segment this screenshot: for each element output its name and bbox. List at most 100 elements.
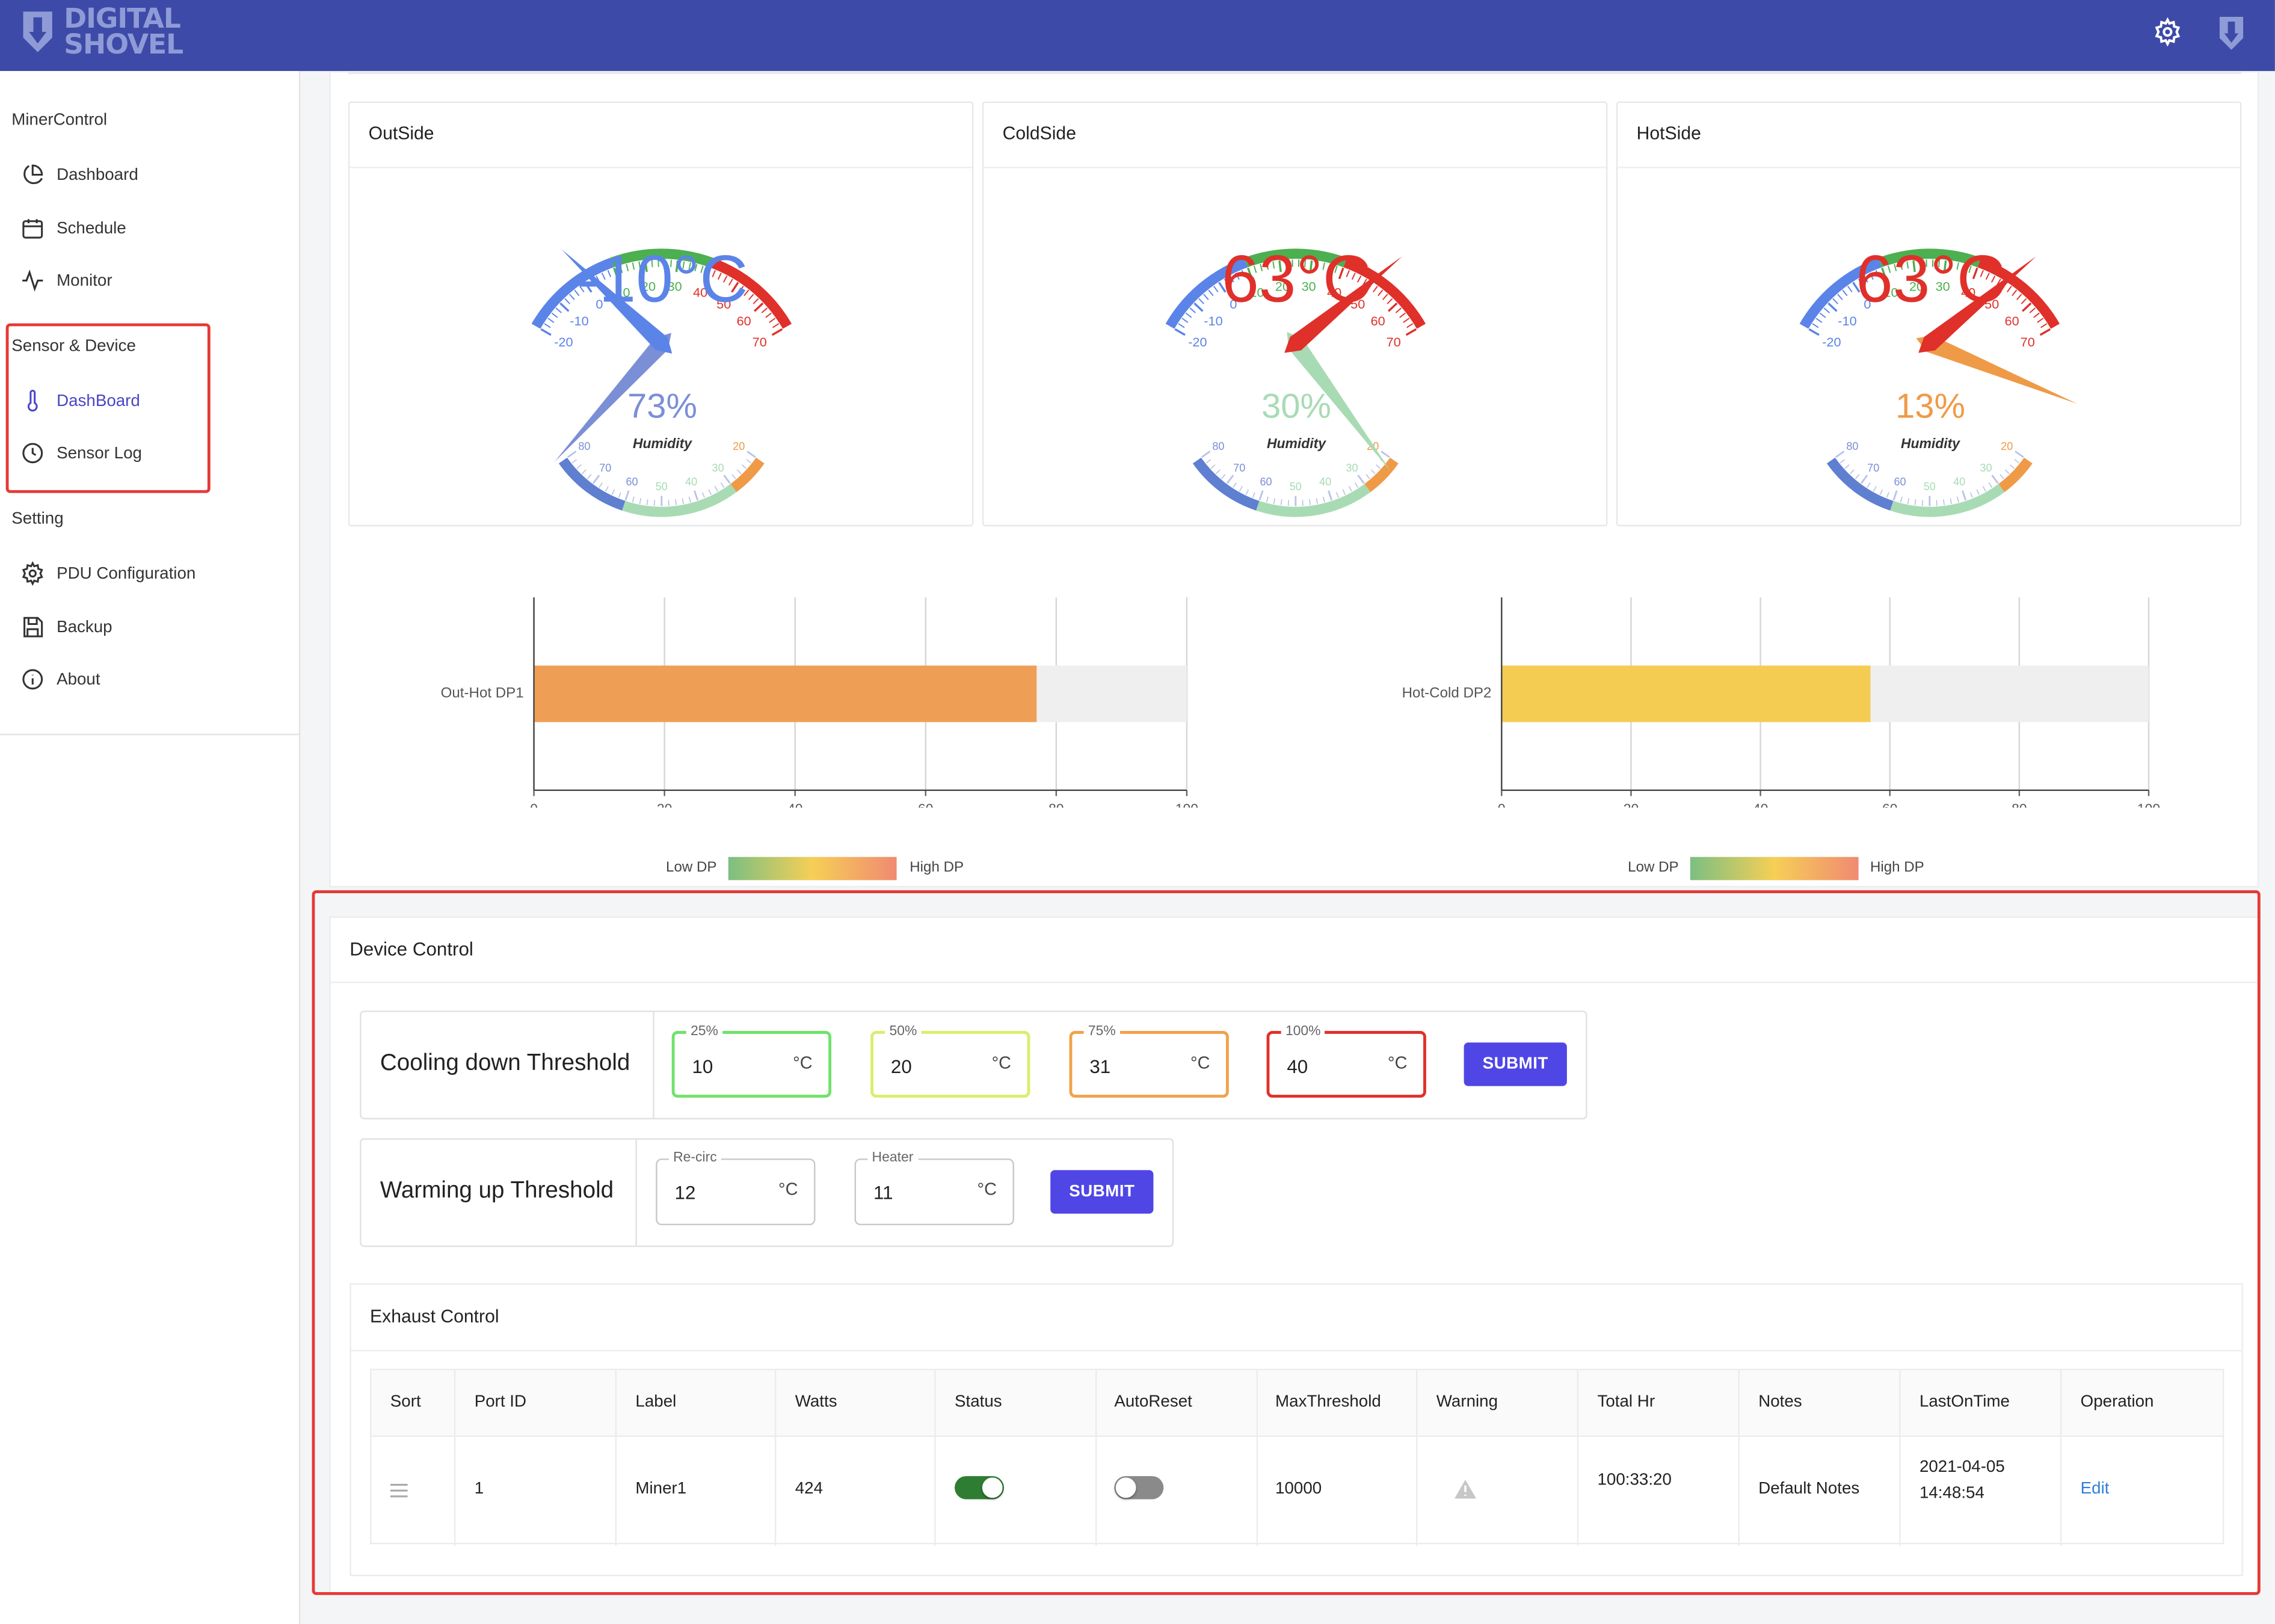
humidity-tick [1215,469,1221,475]
brand-line-2: SHOVEL [64,29,183,61]
humidity-tick [731,474,736,479]
shield-logo-icon [23,11,52,52]
sidebar-item-schedule[interactable]: Schedule [20,216,126,241]
dp-chart-hot-cold: 0 20 40 60 80 100 Hot-Cold DP2 Low DP High DP [1388,590,2201,881]
humidity-tick [668,500,670,506]
humidity-reading: 13% [1895,387,1965,426]
temp-scale-label: -20 [554,334,573,349]
temperature-reading: 63°C [1222,241,1371,316]
gauge-coldside: -20-1001020304050607080706050403020 63°C… [984,167,1609,527]
humidity-scale-label: 30 [1980,462,1992,474]
humidity-tick [605,486,609,492]
humidity-tick [1342,489,1346,495]
humidity-tick [581,469,586,475]
x-tick-label: 0 [530,801,538,807]
save-icon [23,617,43,638]
humidity-tick [1239,486,1243,492]
humidity-tick [1844,464,1850,469]
gauge-hotside: -20 -10 0 10 20 30 40 50 60 70 80 70 60 50 40 30 20 63°C… [1618,167,2243,527]
legend-low-label: Low DP [666,860,717,876]
humidity-tick [611,489,615,495]
humidity-tick [1969,492,1973,498]
humidity-tick [746,459,752,464]
humidity-tick [1226,475,1234,484]
sidebar-item-sensor-log[interactable]: Sensor Log [20,441,142,466]
humidity-tick [1936,500,1938,506]
humidity-scale-label: 50 [656,481,668,493]
temp-tick [2040,323,2048,328]
humidity-tick [1860,475,1868,484]
gauge-card-hotside: HotSide -20 -10 0 10 20 30 40 50 60 70 80 70 60 50 40 3… [1616,101,2243,527]
humidity-arc-segment [1998,457,2033,493]
humidity-tick [708,489,712,495]
humidity-tick [682,498,685,504]
temp-tick [2039,328,2051,336]
temp-tick [2037,318,2044,323]
sidebar-item-label: Schedule [57,220,126,238]
temp-tick [1403,318,1410,323]
temp-tick [1178,323,1185,328]
settings-gear-icon[interactable] [2153,17,2182,47]
sidebar-item-sensor-dashboard[interactable]: DashBoard [20,389,140,413]
sidebar-item-about[interactable]: About [20,667,100,692]
thermometer-icon [27,390,38,412]
humidity-scale-label: 40 [1953,476,1965,488]
dp-bar [1501,665,1871,722]
brand-line-1: DIGITAL [64,2,181,35]
humidity-scale-label: 60 [1260,476,1272,488]
humidity-tick [592,475,600,484]
humidity-tick [618,492,621,498]
temp-tick [1812,323,1819,328]
humidity-tick [1950,498,1953,504]
sidebar-section-setting: Setting [11,510,64,528]
temperature-reading: -10°C [576,241,748,316]
humidity-scale-label: 50 [1924,481,1936,493]
humidity-tick [694,490,699,501]
legend-high-label: High DP [1870,860,1924,876]
humidity-tick [1233,482,1237,488]
sidebar-item-label: Monitor [57,272,112,289]
humidity-tick [653,500,656,506]
dp-chart-out-hot: 0 20 40 60 80 100 Out-Hot DP1 Low DP High DP [420,590,1233,881]
humidity-tick [1280,499,1282,505]
humidity-tick [1273,498,1276,504]
humidity-tick [1316,498,1319,504]
humidity-arc-segment [1364,457,1399,493]
sidebar-divider [0,733,299,736]
x-tick-label: 40 [1753,801,1768,807]
sidebar-item-backup[interactable]: Backup [20,615,112,639]
humidity-tick [1839,459,1846,464]
humidity-tick [632,496,635,503]
temp-tick [547,318,555,323]
humidity-scale-label: 60 [1894,476,1906,488]
humidity-tick [1991,475,1999,484]
temp-scale-label: 70 [753,334,767,349]
gauge-outside: -20 -10 0 10 20 30 40 50 60 70 80 70 60 50 40 30 20 -10°… [349,167,975,527]
dp-bar [534,665,1037,722]
brand-logo[interactable]: DIGITAL SHOVEL [20,2,183,61]
shield-account-icon[interactable] [2217,14,2246,52]
x-tick-label: 60 [1882,801,1897,807]
humidity-tick [741,464,747,469]
sidebar-item-monitor[interactable]: Monitor [20,268,112,293]
humidity-tick [1907,498,1910,504]
humidity-tick [1258,490,1264,501]
humidity-tick [1976,489,1980,495]
gauge-card-coldside: ColdSide -20 -10 0 10 20 30 40 50 60 70 80 70 60 50 40… [982,101,1609,527]
gear-icon [22,561,43,586]
sidebar-item-pdu-configuration[interactable]: PDU Configuration [20,561,195,586]
x-tick-label: 60 [918,801,933,807]
humidity-reading: 73% [627,387,697,426]
temp-scale-label: 70 [2021,334,2035,349]
humidity-tick [1892,490,1898,501]
panel-top-divider [348,72,2242,74]
temp-tick [1405,328,1417,336]
humidity-tick [586,474,592,479]
legend-low-label: Low DP [1628,860,1679,876]
x-tick-label: 20 [657,801,672,807]
humidity-tick [1956,496,1959,503]
sidebar-item-dashboard[interactable]: Dashboard [20,162,138,187]
humidity-tick [1205,459,1211,464]
temp-tick [769,318,776,323]
humidity-tick [571,459,577,464]
